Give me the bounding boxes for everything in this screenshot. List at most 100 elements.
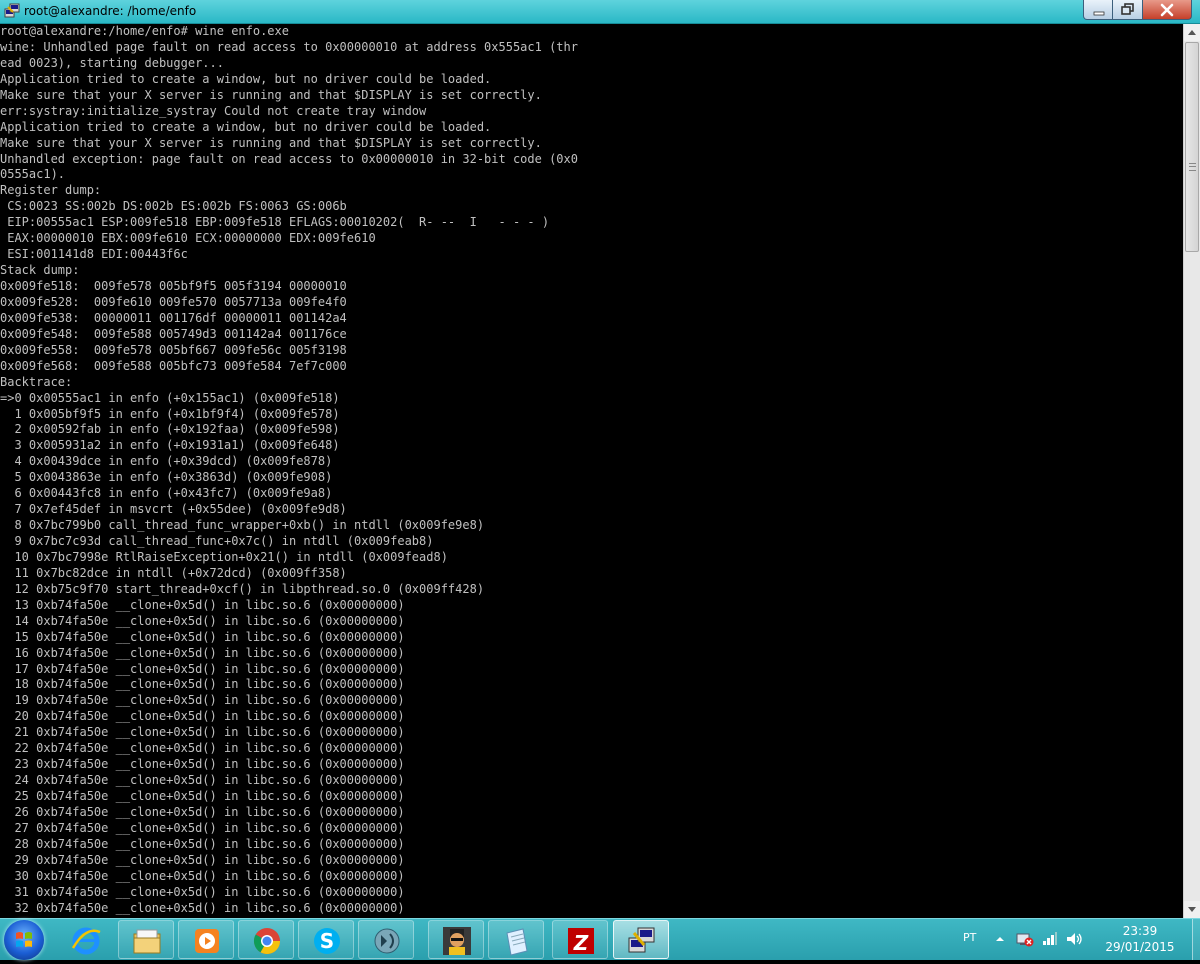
maximize-button[interactable] [1113, 0, 1143, 20]
terminal-line: 5 0x0043863e in enfo (+0x3863d) (0x009fe… [0, 470, 333, 485]
filezilla-icon: Z [568, 928, 594, 955]
terminal-line: 17 0xb74fa50e __clone+0x5d() in libc.so.… [0, 661, 405, 676]
terminal-output[interactable]: root@alexandre:/home/enfo# wine enfo.exe… [0, 24, 1183, 918]
terminal-line: ead 0023), starting debugger... [0, 55, 224, 70]
show-hidden-icons-button[interactable] [995, 931, 1005, 950]
show-desktop-button[interactable] [1192, 919, 1200, 960]
start-button[interactable] [4, 920, 44, 960]
scrollbar-grip [1189, 163, 1196, 171]
putty-icon [628, 927, 655, 953]
minimize-icon [1093, 11, 1105, 16]
terminal-line: 8 0x7bc799b0 call_thread_func_wrapper+0x… [0, 518, 485, 533]
terminal-line: 4 0x00439dce in enfo (+0x39dcd) (0x009fe… [0, 454, 333, 469]
taskbar-notepad-app[interactable] [488, 920, 544, 959]
notepad-app-icon [506, 928, 528, 956]
terminal-line: 12 0xb75c9f70 start_thread+0xcf() in lib… [0, 581, 485, 596]
terminal-line: Application tried to create a window, bu… [0, 71, 492, 86]
terminal-line: 15 0xb74fa50e __clone+0x5d() in libc.so.… [0, 629, 405, 644]
terminal-line: 0x009fe528: 009fe610 009fe570 0057713a 0… [0, 294, 347, 309]
terminal-line: ESI:001141d8 EDI:00443f6c [0, 247, 188, 262]
close-button[interactable] [1143, 0, 1192, 20]
taskbar-audio-app[interactable] [358, 920, 414, 959]
taskbar-internet-explorer[interactable] [58, 920, 114, 959]
restore-icon [1121, 3, 1134, 15]
user-avatar-app-icon [443, 927, 471, 955]
arrow-up-icon [1188, 30, 1196, 35]
close-icon [1160, 3, 1174, 17]
terminal-line: EAX:00000010 EBX:009fe610 ECX:00000000 E… [0, 231, 376, 246]
terminal-line: 3 0x005931a2 in enfo (+0x1931a1) (0x009f… [0, 438, 340, 453]
terminal-line: 10 0x7bc7998e RtlRaiseException+0x21() i… [0, 549, 448, 564]
terminal-line: 7 0x7ef45def in msvcrt (+0x55dee) (0x009… [0, 502, 347, 517]
terminal-line: 0x009fe518: 009fe578 005bf9f5 005f3194 0… [0, 279, 347, 293]
terminal-line: 24 0xb74fa50e __clone+0x5d() in libc.so.… [0, 773, 405, 788]
terminal-lines: root@alexandre:/home/enfo# wine enfo.exe… [0, 24, 1183, 917]
vertical-scrollbar[interactable] [1183, 24, 1200, 918]
taskbar-putty[interactable] [613, 920, 669, 959]
arrow-down-icon [1188, 907, 1196, 912]
terminal-line: 32 0xb74fa50e __clone+0x5d() in libc.so.… [0, 900, 405, 915]
internet-explorer-icon [71, 927, 101, 955]
taskbar: S Z PT 23:39 29/01/2015 [0, 918, 1200, 960]
terminal-line: Application tried to create a window, bu… [0, 119, 492, 134]
skype-icon: S [314, 928, 340, 954]
terminal-line: 13 0xb74fa50e __clone+0x5d() in libc.so.… [0, 597, 405, 612]
audio-app-icon [374, 928, 400, 954]
terminal-line: 0x009fe548: 009fe588 005749d3 001142a4 0… [0, 326, 347, 341]
window-title: root@alexandre: /home/enfo [24, 4, 197, 18]
terminal-line: 18 0xb74fa50e __clone+0x5d() in libc.so.… [0, 677, 405, 692]
media-player-icon [195, 929, 219, 953]
terminal-line: 21 0xb74fa50e __clone+0x5d() in libc.so.… [0, 725, 405, 740]
chevron-up-icon [996, 937, 1004, 941]
scroll-down-button[interactable] [1184, 901, 1200, 918]
taskbar-media-player[interactable] [178, 920, 234, 959]
clock-date: 29/01/2015 [1105, 940, 1175, 954]
terminal-line: 16 0xb74fa50e __clone+0x5d() in libc.so.… [0, 645, 405, 660]
taskbar-filezilla[interactable]: Z [552, 920, 608, 959]
terminal-line: 1 0x005bf9f5 in enfo (+0x1bf9f4) (0x009f… [0, 406, 340, 421]
taskbar-file-explorer[interactable] [118, 920, 174, 959]
terminal-line: 19 0xb74fa50e __clone+0x5d() in libc.so.… [0, 693, 405, 708]
terminal-line: 22 0xb74fa50e __clone+0x5d() in libc.so.… [0, 741, 405, 756]
terminal-line: Make sure that your X server is running … [0, 135, 542, 150]
terminal-line: 20 0xb74fa50e __clone+0x5d() in libc.so.… [0, 709, 405, 724]
volume-icon[interactable] [1066, 931, 1084, 950]
terminal-line: 0x009fe568: 009fe588 005bfc73 009fe584 7… [0, 358, 347, 373]
terminal-line: 0x009fe558: 009fe578 005bf667 009fe56c 0… [0, 342, 347, 357]
terminal-line: CS:0023 SS:002b DS:002b ES:002b FS:0063 … [0, 199, 347, 214]
terminal-line: Unhandled exception: page fault on read … [0, 151, 578, 166]
language-indicator[interactable]: PT [963, 931, 976, 944]
terminal-line: 14 0xb74fa50e __clone+0x5d() in libc.so.… [0, 613, 405, 628]
windows-start-icon [16, 932, 32, 947]
scroll-up-button[interactable] [1184, 24, 1200, 41]
window-title-bar[interactable]: root@alexandre: /home/enfo [0, 0, 1200, 24]
chrome-icon [253, 928, 281, 955]
terminal-line: 30 0xb74fa50e __clone+0x5d() in libc.so.… [0, 868, 405, 883]
taskbar-skype[interactable]: S [298, 920, 354, 959]
terminal-line: wine: Unhandled page fault on read acces… [0, 39, 578, 54]
terminal-line: 9 0x7bc7c93d call_thread_func+0x7c() in … [0, 534, 434, 548]
terminal-line: 0x009fe538: 00000011 001176df 00000011 0… [0, 310, 347, 325]
terminal-line: 27 0xb74fa50e __clone+0x5d() in libc.so.… [0, 820, 405, 835]
scrollbar-thumb[interactable] [1185, 42, 1199, 252]
terminal-line: Stack dump: [0, 263, 80, 278]
clock-time: 23:39 [1122, 924, 1158, 938]
network-status-icon[interactable] [1016, 931, 1034, 951]
terminal-line: 25 0xb74fa50e __clone+0x5d() in libc.so.… [0, 789, 405, 803]
terminal-line: 26 0xb74fa50e __clone+0x5d() in libc.so.… [0, 804, 405, 819]
svg-text:S: S [320, 929, 334, 953]
terminal-line: Register dump: [0, 183, 102, 198]
terminal-line: 2 0x00592fab in enfo (+0x192faa) (0x009f… [0, 422, 340, 437]
taskbar-user-avatar-app[interactable] [428, 920, 484, 959]
system-clock[interactable]: 23:39 29/01/2015 [1092, 923, 1188, 955]
terminal-line: 29 0xb74fa50e __clone+0x5d() in libc.so.… [0, 852, 405, 867]
signal-bars-icon[interactable] [1042, 931, 1058, 950]
minimize-button[interactable] [1083, 0, 1113, 20]
terminal-line: 31 0xb74fa50e __clone+0x5d() in libc.so.… [0, 884, 405, 899]
terminal-line: err:systray:initialize_systray Could not… [0, 103, 427, 118]
terminal-line: EIP:00555ac1 ESP:009fe518 EBP:009fe518 E… [0, 215, 550, 230]
taskbar-chrome[interactable] [238, 920, 294, 959]
terminal-line: 11 0x7bc82dce in ntdll (+0x72dcd) (0x009… [0, 565, 347, 580]
putty-terminal-icon [4, 3, 20, 19]
terminal-line: =>0 0x00555ac1 in enfo (+0x155ac1) (0x00… [0, 390, 340, 405]
